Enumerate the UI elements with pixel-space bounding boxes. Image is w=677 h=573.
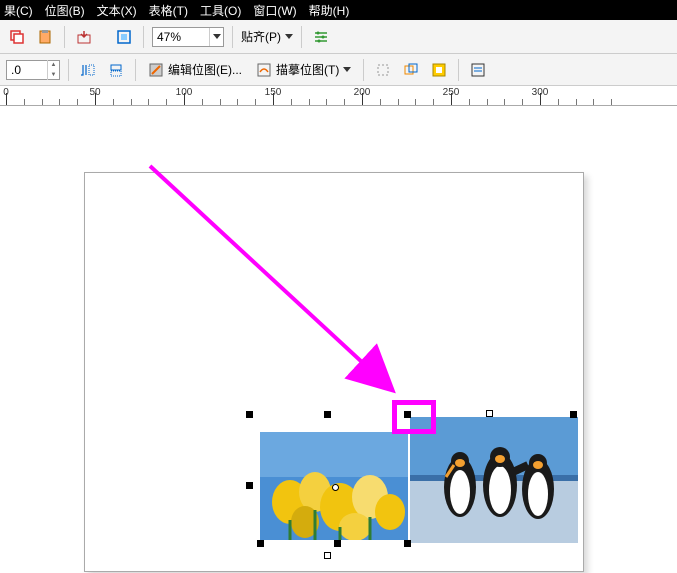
separator [301,26,302,48]
selection-center-marker[interactable] [332,484,339,491]
separator [458,59,459,81]
canvas-area[interactable] [0,106,677,573]
selection-handle-n2[interactable] [486,410,493,417]
selection-handle-se[interactable] [404,540,411,547]
property-bar: ▲▼ 编辑位图(E)... 描摹位图(T) [0,54,677,86]
dropdown-icon[interactable] [209,28,223,46]
separator [363,59,364,81]
separator [64,26,65,48]
fullscreen-icon[interactable] [113,26,135,48]
snap-label: 贴齐(P) [241,28,281,45]
spinner[interactable]: ▲▼ [47,60,59,80]
flip-horizontal-icon[interactable] [77,59,99,81]
coord-y-input[interactable]: ▲▼ [6,60,60,80]
bitmap-penguins[interactable] [410,417,578,543]
menu-effects[interactable]: 果(C) [4,2,33,19]
trace-bitmap-button[interactable]: 描摹位图(T) [252,61,355,78]
trace-bitmap-label: 描摹位图(T) [276,61,339,78]
selection-handle-nw[interactable] [246,411,253,418]
edit-bitmap-icon [148,62,164,78]
separator [68,59,69,81]
selection-handle-ne[interactable] [570,411,577,418]
resample-icon[interactable] [400,59,422,81]
menu-tools[interactable]: 工具(O) [200,2,241,19]
flip-vertical-icon[interactable] [105,59,127,81]
separator [143,26,144,48]
options-icon[interactable] [310,26,332,48]
snap-button[interactable]: 贴齐(P) [241,28,293,45]
menu-bar: 果(C) 位图(B) 文本(X) 表格(T) 工具(O) 窗口(W) 帮助(H) [0,0,677,20]
separator [135,59,136,81]
separator [232,26,233,48]
chevron-down-icon [343,67,351,73]
zoom-combo[interactable] [152,27,224,47]
annotation-arrow [140,156,410,406]
trace-bitmap-icon [256,62,272,78]
menu-window[interactable]: 窗口(W) [253,2,296,19]
edit-bitmap-label: 编辑位图(E)... [168,61,242,78]
crop-icon[interactable] [372,59,394,81]
coord-value[interactable] [7,63,47,77]
horizontal-ruler[interactable]: 050100150200250300 [0,86,677,106]
menu-text[interactable]: 文本(X) [97,2,137,19]
selection-handle-s[interactable] [334,540,341,547]
copy-icon[interactable] [6,26,28,48]
zoom-input[interactable] [153,30,209,44]
wrap-text-icon[interactable] [467,59,489,81]
import-icon[interactable] [73,26,95,48]
menu-help[interactable]: 帮助(H) [309,2,350,19]
menu-table[interactable]: 表格(T) [149,2,188,19]
paste-icon[interactable] [34,26,56,48]
standard-toolbar: 贴齐(P) [0,20,677,54]
menu-bitmap[interactable]: 位图(B) [45,2,85,19]
edit-bitmap-button[interactable]: 编辑位图(E)... [144,61,246,78]
bitmap-mask-icon[interactable] [428,59,450,81]
selection-handle-n[interactable] [324,411,331,418]
selection-handle-sw[interactable] [257,540,264,547]
selection-handle-s2[interactable] [324,552,331,559]
selection-handle-w[interactable] [246,482,253,489]
chevron-down-icon [285,34,293,40]
